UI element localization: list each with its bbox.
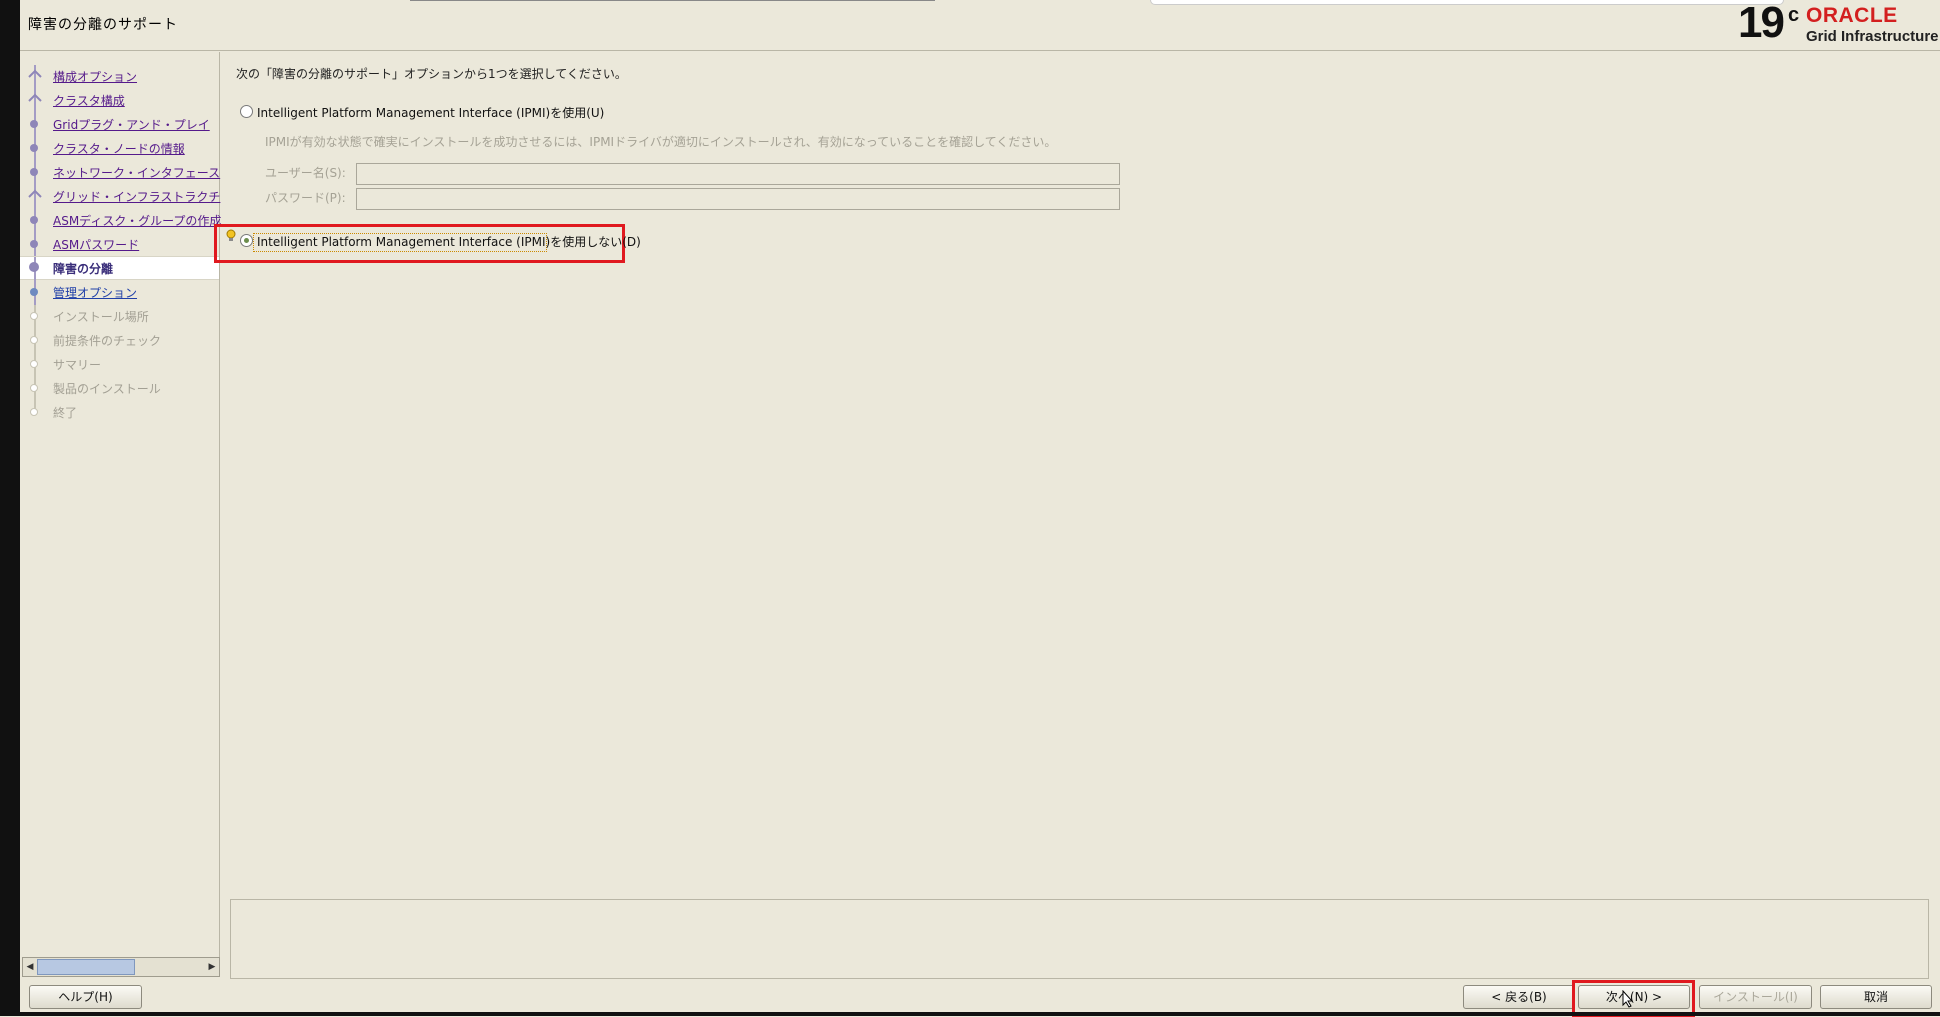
logo-brand: ORACLE — [1806, 4, 1898, 27]
logo-version: 19 — [1738, 0, 1785, 47]
step-dot-icon — [30, 168, 38, 176]
password-label: パスワード(P): — [265, 191, 346, 205]
step-dot-icon — [30, 120, 38, 128]
step-summary: サマリー — [20, 353, 219, 377]
instruction-text: 次の「障害の分離のサポート」オプションから1つを選択してください。 — [236, 67, 627, 81]
username-field[interactable] — [356, 163, 1120, 185]
ipmi-do-not-use-label[interactable]: Intelligent Platform Management Interfac… — [257, 233, 641, 250]
step-label[interactable]: クラスタ・ノードの情報 — [53, 140, 185, 157]
bottom-edge — [0, 1012, 1940, 1016]
step-label: 製品のインストール — [53, 382, 161, 396]
window-header: 障害の分離のサポート 19 c ORACLE Grid Infrastructu… — [20, 0, 1940, 51]
step-network-interfaces[interactable]: ネットワーク・インタフェース — [20, 161, 220, 185]
step-navigation: 構成オプション クラスタ構成 Gridプラグ・アンド・プレイ クラスタ・ノードの… — [20, 52, 221, 958]
step-label: インストール場所 — [53, 310, 149, 324]
username-label: ユーザー名(S): — [265, 166, 346, 180]
ipmi-do-not-use-radio[interactable] — [240, 234, 253, 247]
completed-step-icon — [28, 69, 42, 78]
password-field[interactable] — [356, 188, 1120, 210]
step-dot-icon — [30, 384, 38, 392]
step-failure-isolation[interactable]: 障害の分離 — [20, 256, 219, 281]
step-dot-icon — [30, 240, 38, 248]
step-install-product: 製品のインストール — [20, 377, 219, 401]
step-dot-icon — [30, 144, 38, 152]
step-asm-disk-group[interactable]: ASMディスク・グループの作成 — [20, 209, 221, 233]
step-dot-icon — [30, 288, 38, 296]
cancel-button[interactable]: 取消 — [1820, 985, 1932, 1009]
ipmi-note: IPMIが有効な状態で確実にインストールを成功させるには、IPMIドライバが適切… — [265, 135, 1057, 149]
step-config-options[interactable]: 構成オプション — [20, 65, 219, 89]
completed-step-icon — [28, 93, 42, 102]
header-popup-edge — [1150, 0, 1784, 5]
step-label[interactable]: ASMパスワード — [53, 236, 139, 253]
header-divider — [410, 0, 935, 1]
step-label[interactable]: 構成オプション — [53, 68, 137, 85]
logo-product: Grid Infrastructure — [1806, 28, 1939, 45]
step-dot-icon — [30, 336, 38, 344]
main-panel: 次の「障害の分離のサポート」オプションから1つを選択してください。 Intell… — [214, 52, 1940, 979]
next-button[interactable]: 次へ(N) > — [1578, 985, 1690, 1009]
left-edge — [0, 0, 20, 1016]
message-area — [230, 899, 1929, 979]
step-label[interactable]: ネットワーク・インタフェース — [53, 164, 220, 181]
step-label: サマリー — [53, 358, 102, 372]
step-asm-password[interactable]: ASMパスワード — [20, 233, 219, 257]
step-install-location: インストール場所 — [20, 305, 219, 329]
current-step-icon — [29, 262, 39, 272]
step-dot-icon — [30, 360, 38, 368]
step-label[interactable]: クラスタ構成 — [53, 92, 125, 109]
mouse-cursor-icon — [1622, 990, 1634, 1008]
ipmi-use-radio[interactable] — [240, 105, 253, 118]
scrollbar-thumb[interactable] — [37, 959, 135, 975]
step-prereq-checks: 前提条件のチェック — [20, 329, 219, 353]
oracle-logo: 19 c ORACLE Grid Infrastructure — [1738, 0, 1940, 48]
step-label: 前提条件のチェック — [53, 334, 162, 348]
scroll-right-icon[interactable]: ▶ — [205, 958, 219, 976]
step-grid-infrastructure[interactable]: グリッド・インフラストラクチ — [20, 185, 220, 209]
step-label[interactable]: 管理オプション — [53, 284, 137, 301]
step-label[interactable]: グリッド・インフラストラクチ — [53, 188, 220, 205]
back-button[interactable]: < 戻る(B) — [1463, 985, 1575, 1009]
step-cluster-nodes[interactable]: クラスタ・ノードの情報 — [20, 137, 219, 161]
step-finish: 終了 — [20, 401, 219, 423]
step-dot-icon — [30, 408, 38, 416]
scroll-left-icon[interactable]: ◀ — [23, 958, 37, 976]
step-label: 終了 — [53, 406, 78, 420]
completed-step-icon — [28, 189, 42, 198]
logo-version-sup: c — [1788, 4, 1800, 26]
step-dot-icon — [30, 312, 38, 320]
install-button[interactable]: インストール(I) — [1699, 985, 1812, 1009]
page-title: 障害の分離のサポート — [28, 17, 178, 33]
step-dot-icon — [30, 216, 38, 224]
ipmi-use-label[interactable]: Intelligent Platform Management Interfac… — [257, 104, 604, 121]
step-label[interactable]: ASMディスク・グループの作成 — [53, 212, 221, 229]
step-gpnp[interactable]: Gridプラグ・アンド・プレイ — [20, 113, 219, 137]
step-label[interactable]: Gridプラグ・アンド・プレイ — [53, 116, 210, 133]
hint-bulb-icon — [226, 229, 236, 241]
step-management-options[interactable]: 管理オプション — [20, 281, 219, 305]
step-cluster-config[interactable]: クラスタ構成 — [20, 89, 219, 113]
help-button[interactable]: ヘルプ(H) — [29, 985, 142, 1009]
step-label: 障害の分離 — [53, 262, 114, 276]
sidebar-horizontal-scrollbar[interactable]: ◀ ▶ — [22, 957, 220, 977]
